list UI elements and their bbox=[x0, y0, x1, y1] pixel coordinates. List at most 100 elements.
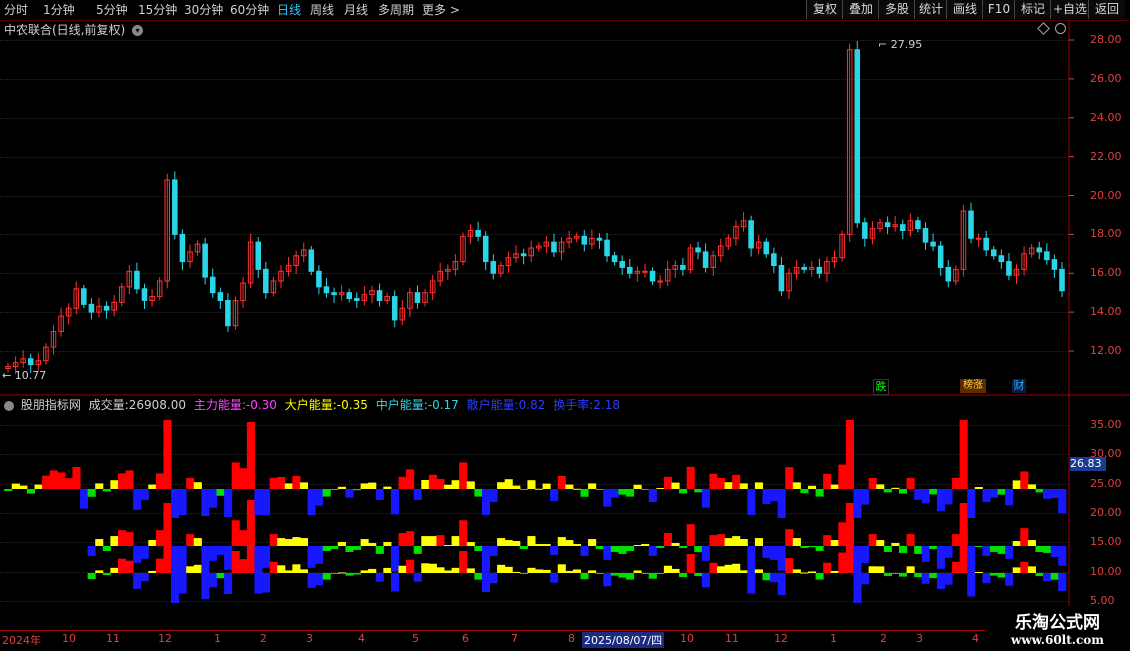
energy-bar bbox=[421, 536, 430, 546]
energy-bar bbox=[1020, 471, 1029, 489]
energy-bar bbox=[216, 546, 225, 555]
energy-bar bbox=[353, 573, 362, 575]
marker-bangzhang[interactable]: 榜涨 bbox=[960, 379, 986, 393]
marker-cai[interactable]: 财 bbox=[1012, 379, 1026, 393]
energy-bar bbox=[87, 573, 96, 580]
x-tick-label: 3 bbox=[916, 632, 923, 645]
energy-bar bbox=[974, 546, 983, 547]
energy-bar bbox=[542, 483, 551, 489]
energy-bar bbox=[19, 485, 28, 489]
energy-bar bbox=[656, 573, 665, 574]
energy-bar bbox=[648, 573, 657, 579]
energy-bar bbox=[322, 546, 331, 551]
candle-body bbox=[763, 241, 770, 255]
energy-bar bbox=[716, 478, 726, 489]
energy-bar bbox=[360, 483, 369, 489]
candle-body bbox=[778, 264, 785, 292]
energy-bar bbox=[754, 482, 763, 489]
energy-bar bbox=[967, 489, 976, 518]
energy-bar bbox=[193, 482, 202, 489]
energy-bar bbox=[262, 546, 271, 568]
energy-bar bbox=[398, 533, 407, 546]
kline-chart[interactable] bbox=[0, 0, 1130, 650]
energy-bar bbox=[686, 524, 695, 546]
energy-bar bbox=[102, 546, 111, 551]
x-tick-label: 1 bbox=[214, 632, 221, 645]
energy-bar bbox=[299, 538, 309, 546]
energy-bar bbox=[1043, 546, 1052, 553]
candle-body bbox=[1006, 261, 1012, 276]
energy-bar bbox=[929, 573, 938, 579]
energy-bar bbox=[307, 573, 316, 588]
energy-bar bbox=[724, 564, 733, 573]
energy-bar bbox=[557, 564, 566, 573]
energy-bar bbox=[679, 573, 688, 578]
energy-bar bbox=[861, 546, 870, 563]
energy-bar bbox=[155, 530, 164, 546]
energy-bar bbox=[512, 541, 521, 546]
energy-bar bbox=[466, 542, 475, 546]
energy-bar bbox=[815, 546, 824, 551]
energy-bar bbox=[565, 540, 574, 546]
energy-bar bbox=[315, 573, 324, 586]
candle-body bbox=[680, 264, 686, 270]
candle-body bbox=[414, 292, 421, 303]
energy-bar bbox=[299, 569, 309, 573]
energy-bar bbox=[716, 534, 726, 546]
energy-bar bbox=[861, 489, 870, 505]
energy-bar bbox=[762, 489, 771, 505]
candle-body bbox=[922, 228, 929, 243]
energy-bar bbox=[481, 489, 491, 515]
energy-bar bbox=[171, 489, 180, 518]
energy-bar bbox=[588, 539, 597, 546]
candle-body bbox=[482, 235, 489, 263]
marker-die[interactable]: 跌 bbox=[873, 379, 889, 395]
energy-bar bbox=[732, 536, 741, 546]
cursor-date-label: 2025/08/07/四 bbox=[582, 632, 665, 648]
energy-bar bbox=[133, 489, 142, 510]
energy-bar bbox=[565, 570, 574, 573]
watermark-url: www.60lt.com bbox=[1011, 633, 1104, 647]
candle-body bbox=[627, 266, 633, 274]
x-tick-label: 10 bbox=[62, 632, 76, 645]
x-tick-label: 10 bbox=[680, 632, 694, 645]
energy-bar bbox=[512, 485, 521, 489]
energy-bar bbox=[800, 572, 809, 574]
energy-bar bbox=[686, 554, 695, 573]
energy-bar bbox=[807, 485, 817, 489]
energy-bar bbox=[861, 573, 870, 585]
energy-bar bbox=[929, 546, 938, 549]
energy-bar bbox=[898, 573, 908, 577]
energy-bar bbox=[595, 573, 604, 574]
energy-bar bbox=[527, 567, 536, 573]
energy-bar bbox=[1050, 489, 1059, 498]
candle-body bbox=[354, 298, 360, 301]
energy-bar bbox=[163, 528, 172, 573]
low-price-value: 10.77 bbox=[14, 369, 47, 382]
energy-bar bbox=[133, 573, 142, 589]
energy-bar bbox=[754, 569, 763, 573]
energy-bar bbox=[345, 573, 354, 576]
energy-bar bbox=[572, 569, 581, 573]
energy-bar bbox=[891, 487, 900, 489]
energy-bar bbox=[906, 566, 915, 573]
candle-body bbox=[88, 303, 95, 313]
energy-bar bbox=[390, 546, 400, 572]
energy-bar bbox=[732, 474, 741, 489]
energy-bar bbox=[572, 544, 581, 546]
energy-bar bbox=[701, 489, 710, 508]
energy-bar bbox=[785, 467, 794, 489]
energy-bar bbox=[375, 546, 384, 554]
energy-bar bbox=[663, 533, 672, 546]
candle-body bbox=[771, 253, 777, 266]
candle-body bbox=[695, 247, 701, 253]
energy-bar bbox=[262, 573, 271, 593]
energy-bar bbox=[459, 550, 468, 573]
energy-bar bbox=[413, 546, 422, 554]
energy-bar bbox=[641, 489, 650, 490]
energy-bar bbox=[57, 472, 66, 489]
candle-body bbox=[316, 270, 322, 288]
energy-bar bbox=[936, 573, 945, 589]
energy-bar bbox=[133, 546, 142, 563]
energy-bar bbox=[224, 546, 233, 570]
